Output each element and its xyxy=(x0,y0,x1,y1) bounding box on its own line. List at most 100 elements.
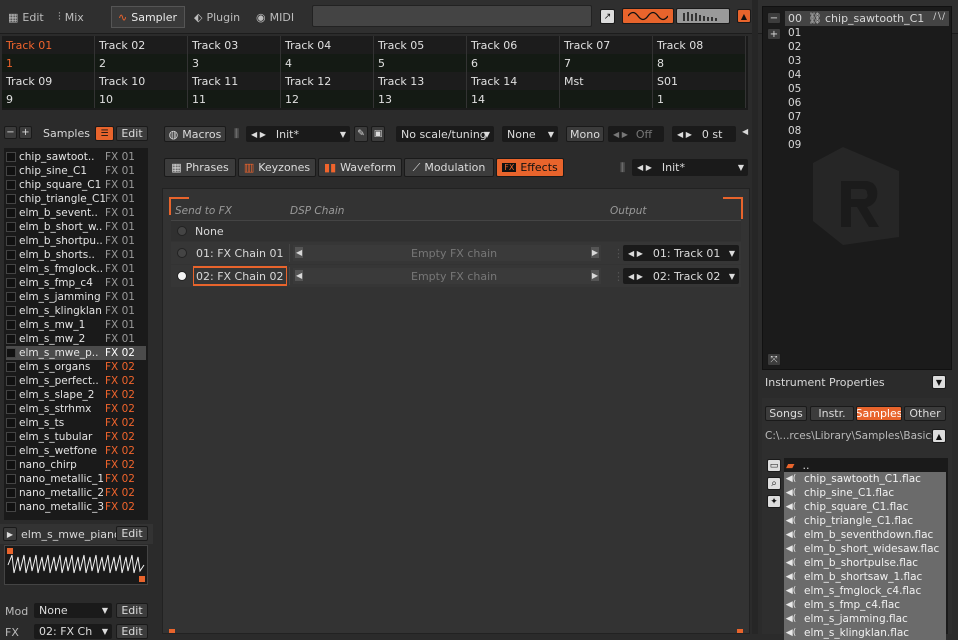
sample-list-item[interactable]: elm_b_sevent.. FX 01 xyxy=(6,206,146,220)
scroll-right-icon[interactable]: ▶ xyxy=(590,270,599,281)
sample-checkbox[interactable] xyxy=(6,362,16,372)
sample-checkbox[interactable] xyxy=(6,502,16,512)
tab-edit[interactable]: ▦ Edit xyxy=(2,6,50,28)
sample-checkbox[interactable] xyxy=(6,292,16,302)
sample-list-item[interactable]: nano_chirp FX 02 xyxy=(6,458,146,472)
pattern-slot[interactable]: 1 xyxy=(2,54,95,72)
sample-checkbox[interactable] xyxy=(6,194,16,204)
status-field[interactable] xyxy=(312,5,592,27)
add-instrument-icon[interactable]: + xyxy=(767,28,781,40)
browser-file-row[interactable]: ◀(elm_b_seventhdown.flac xyxy=(784,528,946,542)
track-header[interactable]: Track 08 xyxy=(653,36,746,54)
collapse-up-icon[interactable]: ▲ xyxy=(737,9,751,23)
scroll-left-icon[interactable]: ◀ xyxy=(742,127,748,136)
tab-modulation[interactable]: ⟋ Modulation xyxy=(404,158,494,177)
track-header[interactable]: Track 01 xyxy=(2,36,95,54)
sample-list-item[interactable]: chip_sawtoot.. FX 01 xyxy=(6,150,146,164)
sample-list-item[interactable]: elm_s_fmglock.. FX 01 xyxy=(6,262,146,276)
instrument-slot[interactable]: 07 xyxy=(788,111,801,123)
track-header[interactable]: Track 07 xyxy=(560,36,653,54)
browser-tab-songs[interactable]: Songs xyxy=(765,406,807,421)
tab-waveform[interactable]: ▮▮ Waveform xyxy=(318,158,402,177)
sample-list-item[interactable]: elm_s_jamming FX 01 xyxy=(6,290,146,304)
sample-checkbox[interactable] xyxy=(6,432,16,442)
pattern-slot[interactable]: 4 xyxy=(281,54,374,72)
detach-icon[interactable]: ↗ xyxy=(600,9,615,24)
track-header[interactable]: Track 06 xyxy=(467,36,560,54)
browser-file-row[interactable]: ◀(elm_s_jamming.flac xyxy=(784,612,946,626)
sample-checkbox[interactable] xyxy=(6,376,16,386)
browser-file-row[interactable]: ◀(elm_b_shortsaw_1.flac xyxy=(784,570,946,584)
pattern-slot[interactable]: 13 xyxy=(374,90,467,108)
mod-select[interactable]: None ▼ xyxy=(34,603,112,618)
sample-checkbox[interactable] xyxy=(6,488,16,498)
sample-list-item[interactable]: elm_s_strhmx FX 02 xyxy=(6,402,146,416)
browser-file-row[interactable]: ◀(chip_sine_C1.flac xyxy=(784,486,946,500)
sample-list-item[interactable]: elm_s_klingklan FX 01 xyxy=(6,304,146,318)
browser-file-row[interactable]: ◀(chip_triangle_C1.flac xyxy=(784,514,946,528)
mod-edit-button[interactable]: Edit xyxy=(116,603,148,618)
sample-list-item[interactable]: nano_metallic_2 FX 02 xyxy=(6,486,146,500)
new-folder-icon[interactable]: ▭ xyxy=(767,459,781,472)
track-header[interactable]: Track 05 xyxy=(374,36,467,54)
scroll-right-icon[interactable]: ▶ xyxy=(590,247,599,258)
pattern-slot[interactable]: 1 xyxy=(653,90,746,108)
sample-checkbox[interactable] xyxy=(6,390,16,400)
pattern-slot[interactable]: 14 xyxy=(467,90,560,108)
sample-list-item[interactable]: elm_s_ts FX 02 xyxy=(6,416,146,430)
sample-list-item[interactable]: elm_s_slape_2 FX 02 xyxy=(6,388,146,402)
browser-file-row[interactable]: ◀(elm_s_klingklan.flac xyxy=(784,626,946,640)
edit-preset-icon[interactable]: ✎ xyxy=(354,126,368,142)
transpose-value-box[interactable]: ◀ ▶ 0 st xyxy=(672,126,736,142)
search-icon[interactable]: ⌕ xyxy=(767,477,781,490)
instrument-slot[interactable]: 06 xyxy=(788,97,801,109)
radio-button-selected[interactable] xyxy=(177,271,187,281)
track-header[interactable]: Track 14 xyxy=(467,72,560,90)
dsp-chain-slot[interactable]: ◀ Empty FX chain ▶ xyxy=(293,268,601,284)
instrument-slot[interactable]: 02 xyxy=(788,41,801,53)
tab-midi[interactable]: ◉ MIDI xyxy=(250,6,301,28)
sample-list-item[interactable]: elm_s_perfect.. FX 02 xyxy=(6,374,146,388)
pattern-slot[interactable]: 12 xyxy=(281,90,374,108)
sample-checkbox[interactable] xyxy=(6,404,16,414)
sample-checkbox[interactable] xyxy=(6,264,16,274)
instrument-slot[interactable]: 04 xyxy=(788,69,801,81)
pattern-slot[interactable]: 10 xyxy=(95,90,188,108)
instrument-slot[interactable]: 05 xyxy=(788,83,801,95)
pattern-slot[interactable]: 6 xyxy=(467,54,560,72)
fx-edit-button[interactable]: Edit xyxy=(116,624,148,639)
pattern-slot[interactable]: 5 xyxy=(374,54,467,72)
browser-file-row[interactable]: ◀(chip_square_C1.flac xyxy=(784,500,946,514)
oscilloscope-button[interactable] xyxy=(622,8,674,24)
tab-plugin[interactable]: ⬖ Plugin xyxy=(188,6,247,28)
browser-file-row[interactable]: ◀(elm_s_fmp_c4.flac xyxy=(784,598,946,612)
parent-folder-icon[interactable]: ▲ xyxy=(932,429,946,443)
instrument-slot[interactable]: 03 xyxy=(788,55,801,67)
instrument-row-selected[interactable]: 00 ⛓ chip_sawtooth_C1 ∕∖∕ xyxy=(785,11,949,26)
instrument-list[interactable]: − + 00 ⛓ chip_sawtooth_C1 ∕∖∕ 01 02 03 04 05… xyxy=(762,6,952,370)
track-header[interactable]: Track 10 xyxy=(95,72,188,90)
browser-file-row[interactable]: ◀(chip_sawtooth_C1.flac xyxy=(784,472,946,486)
sample-checkbox[interactable] xyxy=(6,474,16,484)
macros-button[interactable]: ◍ Macros xyxy=(164,126,226,142)
remove-sample-icon[interactable]: − xyxy=(4,126,17,139)
sample-checkbox[interactable] xyxy=(6,460,16,470)
sample-list-item[interactable]: elm_b_shortpu.. FX 01 xyxy=(6,234,146,248)
favorites-icon[interactable]: ✦ xyxy=(767,495,781,508)
track-header[interactable]: Track 12 xyxy=(281,72,374,90)
sample-checkbox[interactable] xyxy=(6,180,16,190)
track-header[interactable]: Track 04 xyxy=(281,36,374,54)
instrument-slot[interactable]: 08 xyxy=(788,125,801,137)
sample-checkbox[interactable] xyxy=(6,236,16,246)
pattern-slot[interactable]: 7 xyxy=(560,54,653,72)
instrument-slot[interactable]: 09 xyxy=(788,139,801,151)
sample-list-item[interactable]: chip_triangle_C1 FX 01 xyxy=(6,192,146,206)
pattern-slot[interactable]: 3 xyxy=(188,54,281,72)
tab-keyzones[interactable]: ▥ Keyzones xyxy=(238,158,316,177)
browser-tab-other[interactable]: Other xyxy=(904,406,946,421)
pattern-slot[interactable]: 11 xyxy=(188,90,281,108)
sample-list-item[interactable]: elm_s_fmp_c4 FX 01 xyxy=(6,276,146,290)
track-header[interactable]: Track 11 xyxy=(188,72,281,90)
glide-value-box[interactable]: ◀ ▶ Off xyxy=(608,126,664,142)
radio-button[interactable] xyxy=(177,226,187,236)
